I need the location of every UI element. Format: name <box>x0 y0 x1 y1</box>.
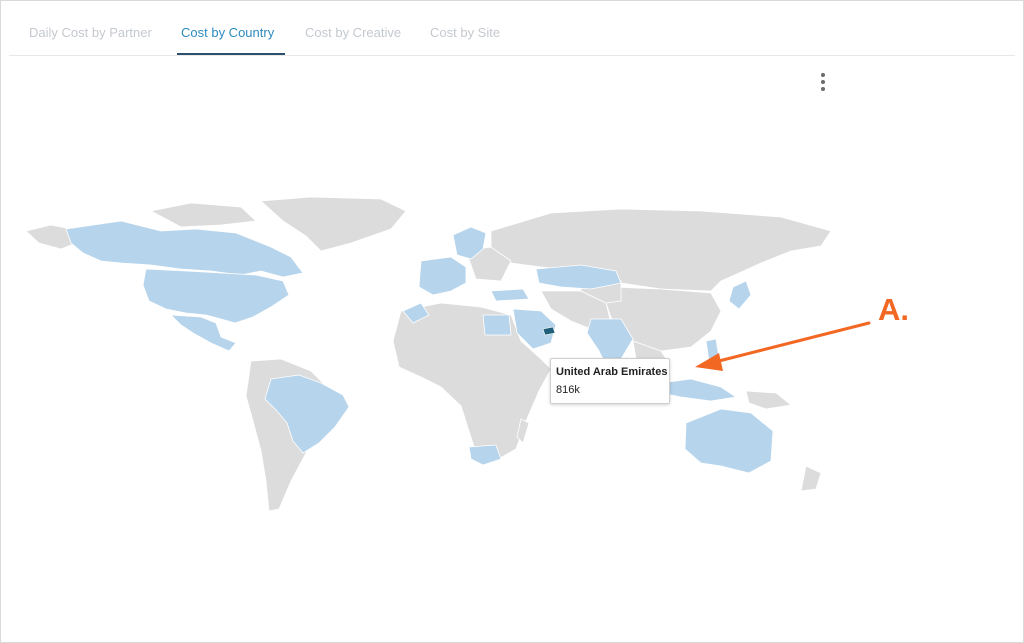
tab-daily-cost-by-partner[interactable]: Daily Cost by Partner <box>29 25 152 40</box>
tab-cost-by-creative[interactable]: Cost by Creative <box>305 25 401 40</box>
map-region-papua[interactable] <box>745 390 792 410</box>
tooltip-country: United Arab Emirates <box>556 366 668 378</box>
tab-bar: Daily Cost by Partner Cost by Country Co… <box>9 13 1015 56</box>
chart-panel: Daily Cost by Partner Cost by Country Co… <box>0 0 1024 643</box>
tooltip-value: 816k <box>556 384 580 396</box>
kebab-menu-icon[interactable] <box>813 71 833 93</box>
annotation-label: A. <box>878 292 909 327</box>
map-region-egypt[interactable] <box>482 314 512 336</box>
map-region-united-states[interactable] <box>142 268 290 324</box>
map-region-south-africa[interactable] <box>468 444 502 466</box>
tab-cost-by-country[interactable]: Cost by Country <box>181 25 274 40</box>
tab-cost-by-site[interactable]: Cost by Site <box>430 25 500 40</box>
annotation-arrow-icon <box>695 321 871 371</box>
map-region-canada[interactable] <box>65 220 304 278</box>
map-region-arctic-islands[interactable] <box>149 202 257 228</box>
map-tooltip: United Arab Emirates 816k <box>550 358 670 404</box>
map-region-turkey[interactable] <box>490 288 530 302</box>
map-region-indonesia[interactable] <box>660 378 738 402</box>
map-region-greenland[interactable] <box>260 196 407 252</box>
active-tab-indicator <box>177 53 285 55</box>
map-region-western-europe[interactable] <box>418 256 467 296</box>
map-region-australia[interactable] <box>684 408 774 474</box>
map-region-new-zealand[interactable] <box>800 465 822 492</box>
